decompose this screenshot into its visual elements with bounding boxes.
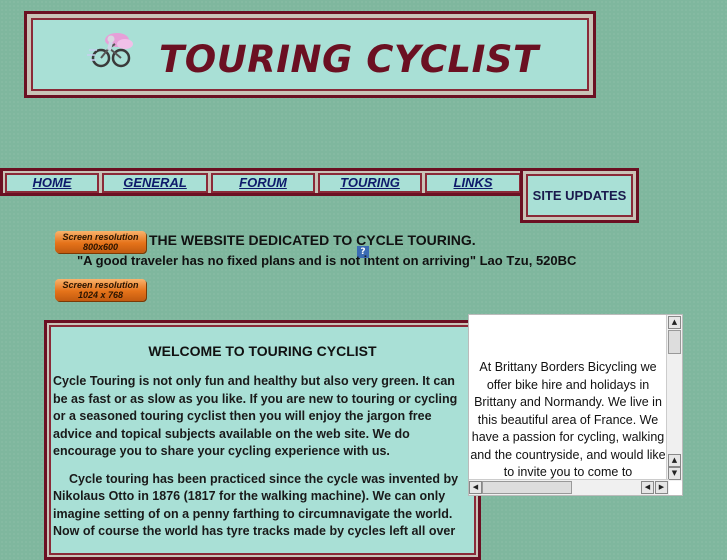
scroll-right-arrow-icon[interactable]: ▶: [655, 481, 668, 494]
resolution-800-label: Screen resolution: [62, 232, 139, 242]
vertical-scroll-thumb[interactable]: [668, 330, 681, 354]
nav-general-link[interactable]: GENERAL: [102, 173, 208, 193]
site-updates-link[interactable]: SITE UPDATES: [526, 174, 633, 217]
welcome-paragraph-2: Cycle touring has been practiced since t…: [53, 471, 459, 539]
advert-vertical-scrollbar[interactable]: ▲ ▲ ▼: [666, 315, 682, 481]
resolution-800-badge[interactable]: Screen resolution 800x600: [55, 231, 146, 253]
scroll-up-arrow-icon[interactable]: ▲: [668, 316, 681, 329]
scroll-left-arrow-icon[interactable]: ◀: [469, 481, 482, 494]
nav-touring-link[interactable]: TOURING: [318, 173, 422, 193]
site-header: TOURING CYCLIST: [24, 11, 596, 98]
nav-home-link[interactable]: HOME: [5, 173, 99, 193]
resolution-800-value: 800x600: [82, 242, 119, 252]
resolution-1024-badge[interactable]: Screen resolution 1024 x 768: [55, 279, 146, 301]
cyclist-logo-icon: [87, 33, 133, 68]
resolution-1024-label: Screen resolution: [62, 280, 139, 290]
scroll-left-arrow-icon-2[interactable]: ◀: [641, 481, 654, 494]
nav-links-link[interactable]: LINKS: [425, 173, 521, 193]
site-header-panel: TOURING CYCLIST: [31, 18, 589, 91]
horizontal-scroll-thumb[interactable]: [482, 481, 572, 494]
advert-text: At Brittany Borders Bicycling we offer b…: [470, 360, 666, 479]
site-title: TOURING CYCLIST: [159, 38, 539, 81]
welcome-panel: WELCOME TO TOURING CYCLIST Cycle Touring…: [44, 320, 481, 560]
resolution-1024-value: 1024 x 768: [77, 290, 124, 300]
welcome-title: WELCOME TO TOURING CYCLIST: [148, 343, 377, 359]
scroll-down-arrow-icon-2[interactable]: ▼: [668, 467, 681, 480]
nav-forum-link[interactable]: FORUM: [211, 173, 315, 193]
site-tagline: THE WEBSITE DEDICATED TO CYCLE TOURING.: [149, 232, 476, 248]
scroll-down-arrow-icon[interactable]: ▲: [668, 454, 681, 467]
advert-iframe: At Brittany Borders Bicycling we offer b…: [468, 314, 683, 496]
main-nav: HOME GENERAL FORUM TOURING LINKS: [0, 168, 524, 196]
welcome-paragraph-1: Cycle Touring is not only fun and health…: [53, 374, 458, 458]
welcome-panel-inner: WELCOME TO TOURING CYCLIST Cycle Touring…: [49, 325, 476, 555]
site-updates-box: SITE UPDATES: [520, 168, 639, 223]
lao-tzu-quote: "A good traveler has no fixed plans and …: [77, 253, 577, 268]
advert-horizontal-scrollbar[interactable]: ◀ ◀ ▶: [469, 479, 669, 495]
